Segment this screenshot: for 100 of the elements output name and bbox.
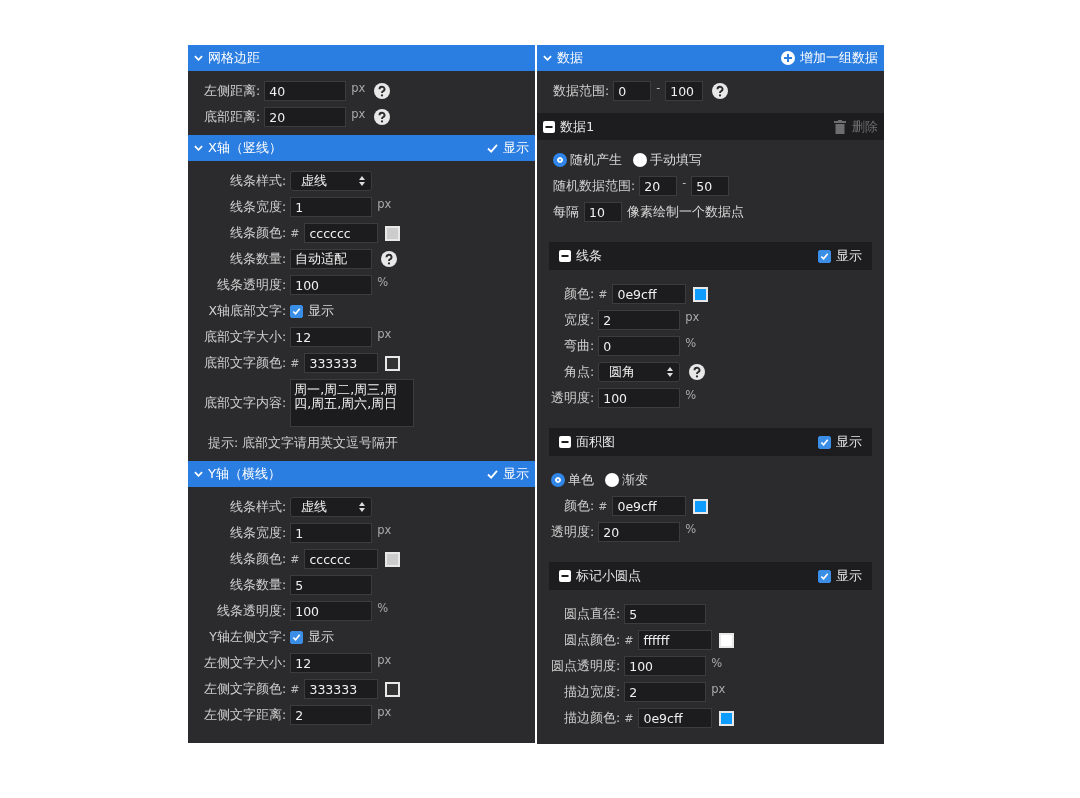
- input-field[interactable]: 0e9cff: [638, 708, 713, 728]
- input-field[interactable]: 5: [624, 604, 707, 624]
- section-header[interactable]: X轴（竖线） 显示: [188, 135, 535, 161]
- input-field[interactable]: cccccc: [304, 549, 379, 569]
- input-field[interactable]: 0: [598, 336, 681, 356]
- radio-button[interactable]: [551, 473, 565, 487]
- input-field[interactable]: 333333: [304, 679, 379, 699]
- checkbox-label: 显示: [836, 567, 862, 585]
- input-field[interactable]: 1: [290, 197, 373, 217]
- checkbox[interactable]: [290, 630, 304, 644]
- section-header[interactable]: 标记小圆点 显示: [549, 562, 872, 590]
- checkbox[interactable]: [818, 435, 831, 449]
- hash-prefix: #: [290, 682, 300, 696]
- input-field[interactable]: 100: [665, 81, 704, 101]
- field-label: 底部文字内容:: [204, 394, 287, 412]
- unit-label: %: [711, 656, 723, 670]
- input-field[interactable]: 20: [264, 107, 347, 127]
- input-field[interactable]: 0e9cff: [612, 284, 687, 304]
- input-field[interactable]: ffffff: [638, 630, 713, 650]
- field-label: 透明度:: [551, 523, 595, 541]
- section-header[interactable]: 数据 增加一组数据: [537, 45, 884, 71]
- dropdown[interactable]: 圆角: [598, 362, 681, 382]
- help-icon[interactable]: [381, 251, 398, 267]
- color-swatch[interactable]: [719, 710, 735, 726]
- radio-label: 随机产生: [570, 151, 622, 169]
- checkmark-icon[interactable]: [487, 469, 498, 479]
- chevron-down-icon: [543, 55, 552, 61]
- chevron-down-icon: [194, 471, 203, 477]
- input-field[interactable]: 2: [290, 705, 373, 725]
- section-header[interactable]: 面积图 显示: [549, 428, 872, 456]
- radio-button[interactable]: [633, 153, 647, 167]
- checkbox-label: 显示: [836, 247, 862, 265]
- section-header[interactable]: Y轴（横线） 显示: [188, 461, 535, 487]
- radio-label: 手动填写: [650, 151, 702, 169]
- field-label: 线条样式:: [229, 172, 287, 190]
- input-field[interactable]: 12: [290, 327, 373, 347]
- field-label: 线条数量:: [229, 576, 287, 594]
- unit-label: %: [377, 601, 389, 615]
- input-field[interactable]: 100: [290, 275, 373, 295]
- section-header[interactable]: 网格边距: [188, 45, 535, 71]
- up-down-arrows-icon: [667, 367, 674, 377]
- hash-prefix: #: [290, 226, 300, 240]
- input-field[interactable]: 1: [290, 523, 373, 543]
- section-title: 数据1: [560, 117, 595, 136]
- input-field[interactable]: 100: [598, 388, 681, 408]
- input-field[interactable]: 100: [290, 601, 373, 621]
- section-title: 数据: [557, 49, 583, 67]
- dropdown[interactable]: 虚线: [290, 497, 373, 517]
- color-swatch[interactable]: [385, 551, 401, 567]
- checkbox-label: 显示: [503, 139, 529, 157]
- input-field[interactable]: 20: [639, 176, 678, 196]
- unit-label: px: [351, 81, 366, 95]
- input-field[interactable]: 20: [598, 522, 681, 542]
- help-icon[interactable]: [374, 83, 391, 99]
- input-field[interactable]: 333333: [304, 353, 379, 373]
- field-label: 线条宽度:: [229, 198, 287, 216]
- color-swatch[interactable]: [385, 225, 401, 241]
- text-area[interactable]: 周一,周二,周三,周四,周五,周六,周日: [290, 379, 415, 427]
- field-label: 描边宽度:: [563, 683, 621, 701]
- help-icon[interactable]: [712, 83, 729, 99]
- input-field[interactable]: 100: [624, 656, 707, 676]
- checkbox[interactable]: [290, 304, 304, 318]
- checkbox[interactable]: [818, 569, 831, 583]
- input-field[interactable]: 12: [290, 653, 373, 673]
- radio-button[interactable]: [553, 153, 567, 167]
- unit-label: px: [351, 107, 366, 121]
- color-swatch[interactable]: [385, 355, 401, 371]
- input-field[interactable]: 自动适配: [290, 249, 373, 269]
- field-label: 宽度:: [563, 311, 595, 329]
- hash-prefix: #: [624, 633, 634, 647]
- hash-prefix: #: [290, 552, 300, 566]
- header-action-button[interactable]: 增加一组数据: [781, 49, 878, 67]
- color-swatch[interactable]: [719, 632, 735, 648]
- input-field[interactable]: 2: [598, 310, 681, 330]
- field-label: Y轴左侧文字:: [208, 628, 287, 646]
- section-header[interactable]: 线条 显示: [549, 242, 872, 270]
- up-down-arrows-icon: [359, 502, 366, 512]
- field-label: 角点:: [563, 363, 595, 381]
- color-swatch[interactable]: [385, 681, 401, 697]
- color-swatch[interactable]: [693, 286, 709, 302]
- input-field[interactable]: 10: [584, 202, 622, 222]
- checkbox[interactable]: [818, 249, 831, 263]
- input-field[interactable]: 0e9cff: [612, 496, 687, 516]
- input-field[interactable]: 50: [691, 176, 730, 196]
- help-icon[interactable]: [689, 364, 706, 380]
- input-field[interactable]: 0: [613, 81, 652, 101]
- checkmark-icon[interactable]: [487, 143, 498, 153]
- hash-prefix: #: [624, 711, 634, 725]
- input-field[interactable]: 5: [290, 575, 373, 595]
- input-field[interactable]: 40: [264, 81, 347, 101]
- section-title: 面积图: [576, 433, 615, 451]
- input-field[interactable]: 2: [624, 682, 707, 702]
- dropdown[interactable]: 虚线: [290, 171, 373, 191]
- range-separator: -: [656, 81, 661, 94]
- input-field[interactable]: cccccc: [304, 223, 379, 243]
- checkbox-label: 显示: [308, 302, 335, 320]
- color-swatch[interactable]: [693, 498, 709, 514]
- radio-button[interactable]: [605, 473, 619, 487]
- unit-label: %: [685, 336, 697, 350]
- help-icon[interactable]: [374, 109, 391, 125]
